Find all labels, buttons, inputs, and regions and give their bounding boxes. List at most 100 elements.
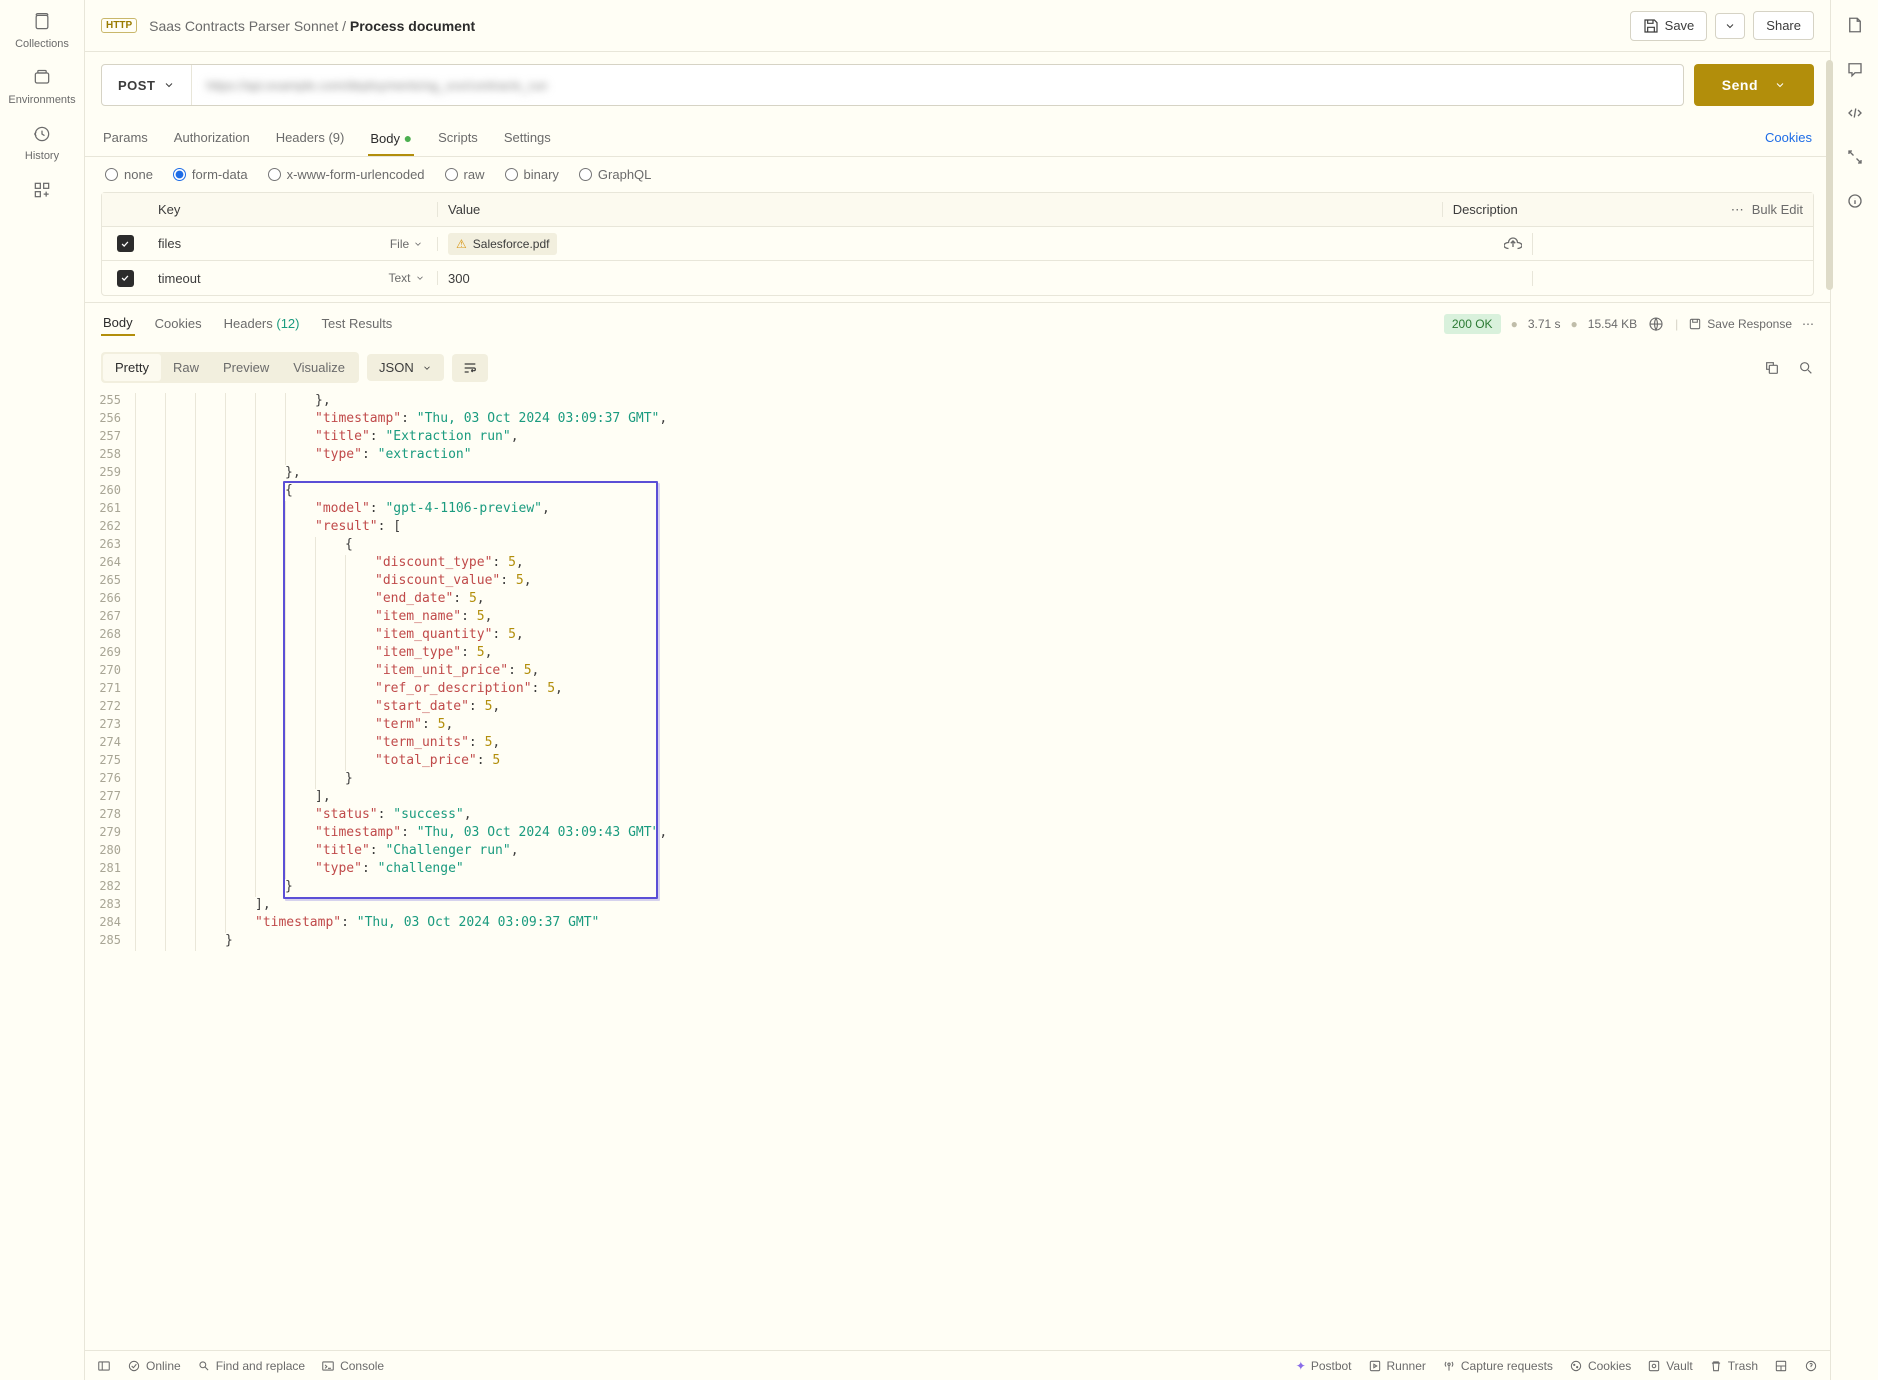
res-tab-body[interactable]: Body — [101, 311, 135, 336]
sidebar-toggle-icon[interactable] — [97, 1359, 111, 1373]
response-body[interactable]: 255},256"timestamp": "Thu, 03 Oct 2024 0… — [85, 391, 1830, 1350]
save-button[interactable]: Save — [1630, 11, 1708, 41]
form-table: Key Value Description ⋯ Bulk Edit files … — [101, 192, 1814, 296]
code-line: 281"type": "challenge" — [85, 861, 1830, 879]
key-cell[interactable]: timeout — [148, 271, 376, 286]
code-line: 263{ — [85, 537, 1830, 555]
find-replace[interactable]: Find and replace — [197, 1359, 305, 1373]
body-none[interactable]: none — [105, 167, 153, 182]
view-pretty[interactable]: Pretty — [103, 354, 161, 381]
expand-icon[interactable] — [1846, 148, 1864, 166]
postbot[interactable]: ✦Postbot — [1296, 1359, 1352, 1373]
help-icon[interactable] — [1804, 1359, 1818, 1373]
collections-icon — [32, 12, 52, 32]
scrollbar-thumb[interactable] — [1826, 60, 1833, 290]
res-menu-icon[interactable]: ⋯ — [1802, 317, 1814, 331]
chevron-down-icon — [1724, 20, 1736, 32]
code-line: 262"result": [ — [85, 519, 1830, 537]
comment-icon[interactable] — [1846, 60, 1864, 78]
tab-settings[interactable]: Settings — [502, 122, 553, 156]
view-visualize[interactable]: Visualize — [281, 354, 357, 381]
save-response-button[interactable]: Save Response — [1688, 317, 1792, 331]
format-dropdown[interactable]: JSON — [367, 354, 444, 381]
body-graphql[interactable]: GraphQL — [579, 167, 651, 182]
copy-icon[interactable] — [1764, 360, 1780, 376]
table-row: timeout Text 300 — [102, 261, 1813, 295]
breadcrumb: Saas Contracts Parser Sonnet / Process d… — [149, 18, 475, 34]
code-line: 272"start_date": 5, — [85, 699, 1830, 717]
code-icon[interactable] — [1846, 104, 1864, 122]
wrap-button[interactable] — [452, 354, 488, 382]
globe-icon[interactable] — [1647, 315, 1665, 333]
wrap-icon — [462, 360, 478, 376]
rail-more[interactable] — [32, 180, 52, 200]
chevron-down-icon — [1774, 79, 1786, 91]
grid-plus-icon — [32, 180, 52, 200]
body-urlencoded[interactable]: x-www-form-urlencoded — [268, 167, 425, 182]
rail-history[interactable]: History — [25, 124, 59, 162]
response-toolbar: Pretty Raw Preview Visualize JSON — [85, 344, 1830, 391]
type-dropdown[interactable]: Text — [376, 271, 438, 285]
rail-environments[interactable]: Environments — [8, 68, 75, 106]
key-cell[interactable]: files — [148, 236, 376, 251]
res-tab-tests[interactable]: Test Results — [320, 312, 395, 335]
save-dropdown[interactable] — [1715, 13, 1745, 39]
bulk-edit[interactable]: Bulk Edit — [1752, 202, 1803, 217]
code-line: 274"term_units": 5, — [85, 735, 1830, 753]
value-cell[interactable]: 300 — [438, 271, 1533, 286]
tab-scripts[interactable]: Scripts — [436, 122, 480, 156]
runner[interactable]: Runner — [1368, 1359, 1426, 1373]
file-pill[interactable]: ⚠Salesforce.pdf — [448, 233, 557, 255]
search-icon[interactable] — [1798, 360, 1814, 376]
row-checkbox[interactable] — [117, 235, 134, 252]
breadcrumb-parent[interactable]: Saas Contracts Parser Sonnet — [149, 18, 338, 34]
breadcrumb-sep: / — [342, 18, 346, 34]
code-line: 279"timestamp": "Thu, 03 Oct 2024 03:09:… — [85, 825, 1830, 843]
res-tab-headers[interactable]: Headers (12) — [222, 312, 302, 335]
cookies-link[interactable]: Cookies — [1763, 122, 1814, 156]
body-raw[interactable]: raw — [445, 167, 485, 182]
tab-headers[interactable]: Headers (9) — [274, 122, 347, 156]
method-selector[interactable]: POST — [102, 65, 192, 105]
layout-icon[interactable] — [1774, 1359, 1788, 1373]
send-button[interactable]: Send — [1694, 64, 1814, 106]
footer-cookies[interactable]: Cookies — [1569, 1359, 1631, 1373]
rail-label: History — [25, 150, 59, 162]
capture[interactable]: Capture requests — [1442, 1359, 1553, 1373]
code-line: 277], — [85, 789, 1830, 807]
play-icon — [1368, 1359, 1382, 1373]
console-toggle[interactable]: Console — [321, 1359, 384, 1373]
table-menu-icon[interactable]: ⋯ — [1723, 202, 1752, 218]
table-row: files File ⚠Salesforce.pdf — [102, 227, 1813, 261]
tab-authorization[interactable]: Authorization — [172, 122, 252, 156]
type-dropdown[interactable]: File — [376, 237, 438, 251]
view-raw[interactable]: Raw — [161, 354, 211, 381]
method-label: POST — [118, 78, 155, 93]
code-line: 282} — [85, 879, 1830, 897]
res-tab-cookies[interactable]: Cookies — [153, 312, 204, 335]
document-icon[interactable] — [1846, 16, 1864, 34]
value-cell[interactable]: ⚠Salesforce.pdf — [438, 233, 1533, 255]
share-button[interactable]: Share — [1753, 11, 1814, 40]
code-line: 278"status": "success", — [85, 807, 1830, 825]
code-line: 260{ — [85, 483, 1830, 501]
environments-icon — [32, 68, 52, 88]
view-preview[interactable]: Preview — [211, 354, 281, 381]
row-checkbox[interactable] — [117, 270, 134, 287]
body-binary[interactable]: binary — [505, 167, 559, 182]
rail-collections[interactable]: Collections — [15, 12, 69, 50]
online-status[interactable]: Online — [127, 1359, 181, 1373]
table-head-row: Key Value Description ⋯ Bulk Edit — [102, 193, 1813, 227]
vault[interactable]: Vault — [1647, 1359, 1692, 1373]
tab-body[interactable]: Body ● — [368, 122, 414, 156]
save-icon — [1643, 18, 1659, 34]
res-size: 15.54 KB — [1588, 317, 1637, 331]
info-icon[interactable] — [1846, 192, 1864, 210]
code-line: 256"timestamp": "Thu, 03 Oct 2024 03:09:… — [85, 411, 1830, 429]
trash[interactable]: Trash — [1709, 1359, 1758, 1373]
upload-icon[interactable] — [1504, 235, 1522, 253]
tab-params[interactable]: Params — [101, 122, 150, 156]
code-line: 275"total_price": 5 — [85, 753, 1830, 771]
body-form-data[interactable]: form-data — [173, 167, 248, 182]
url-input[interactable]: https://api.example.com/deployments/sg_x… — [192, 65, 1682, 105]
